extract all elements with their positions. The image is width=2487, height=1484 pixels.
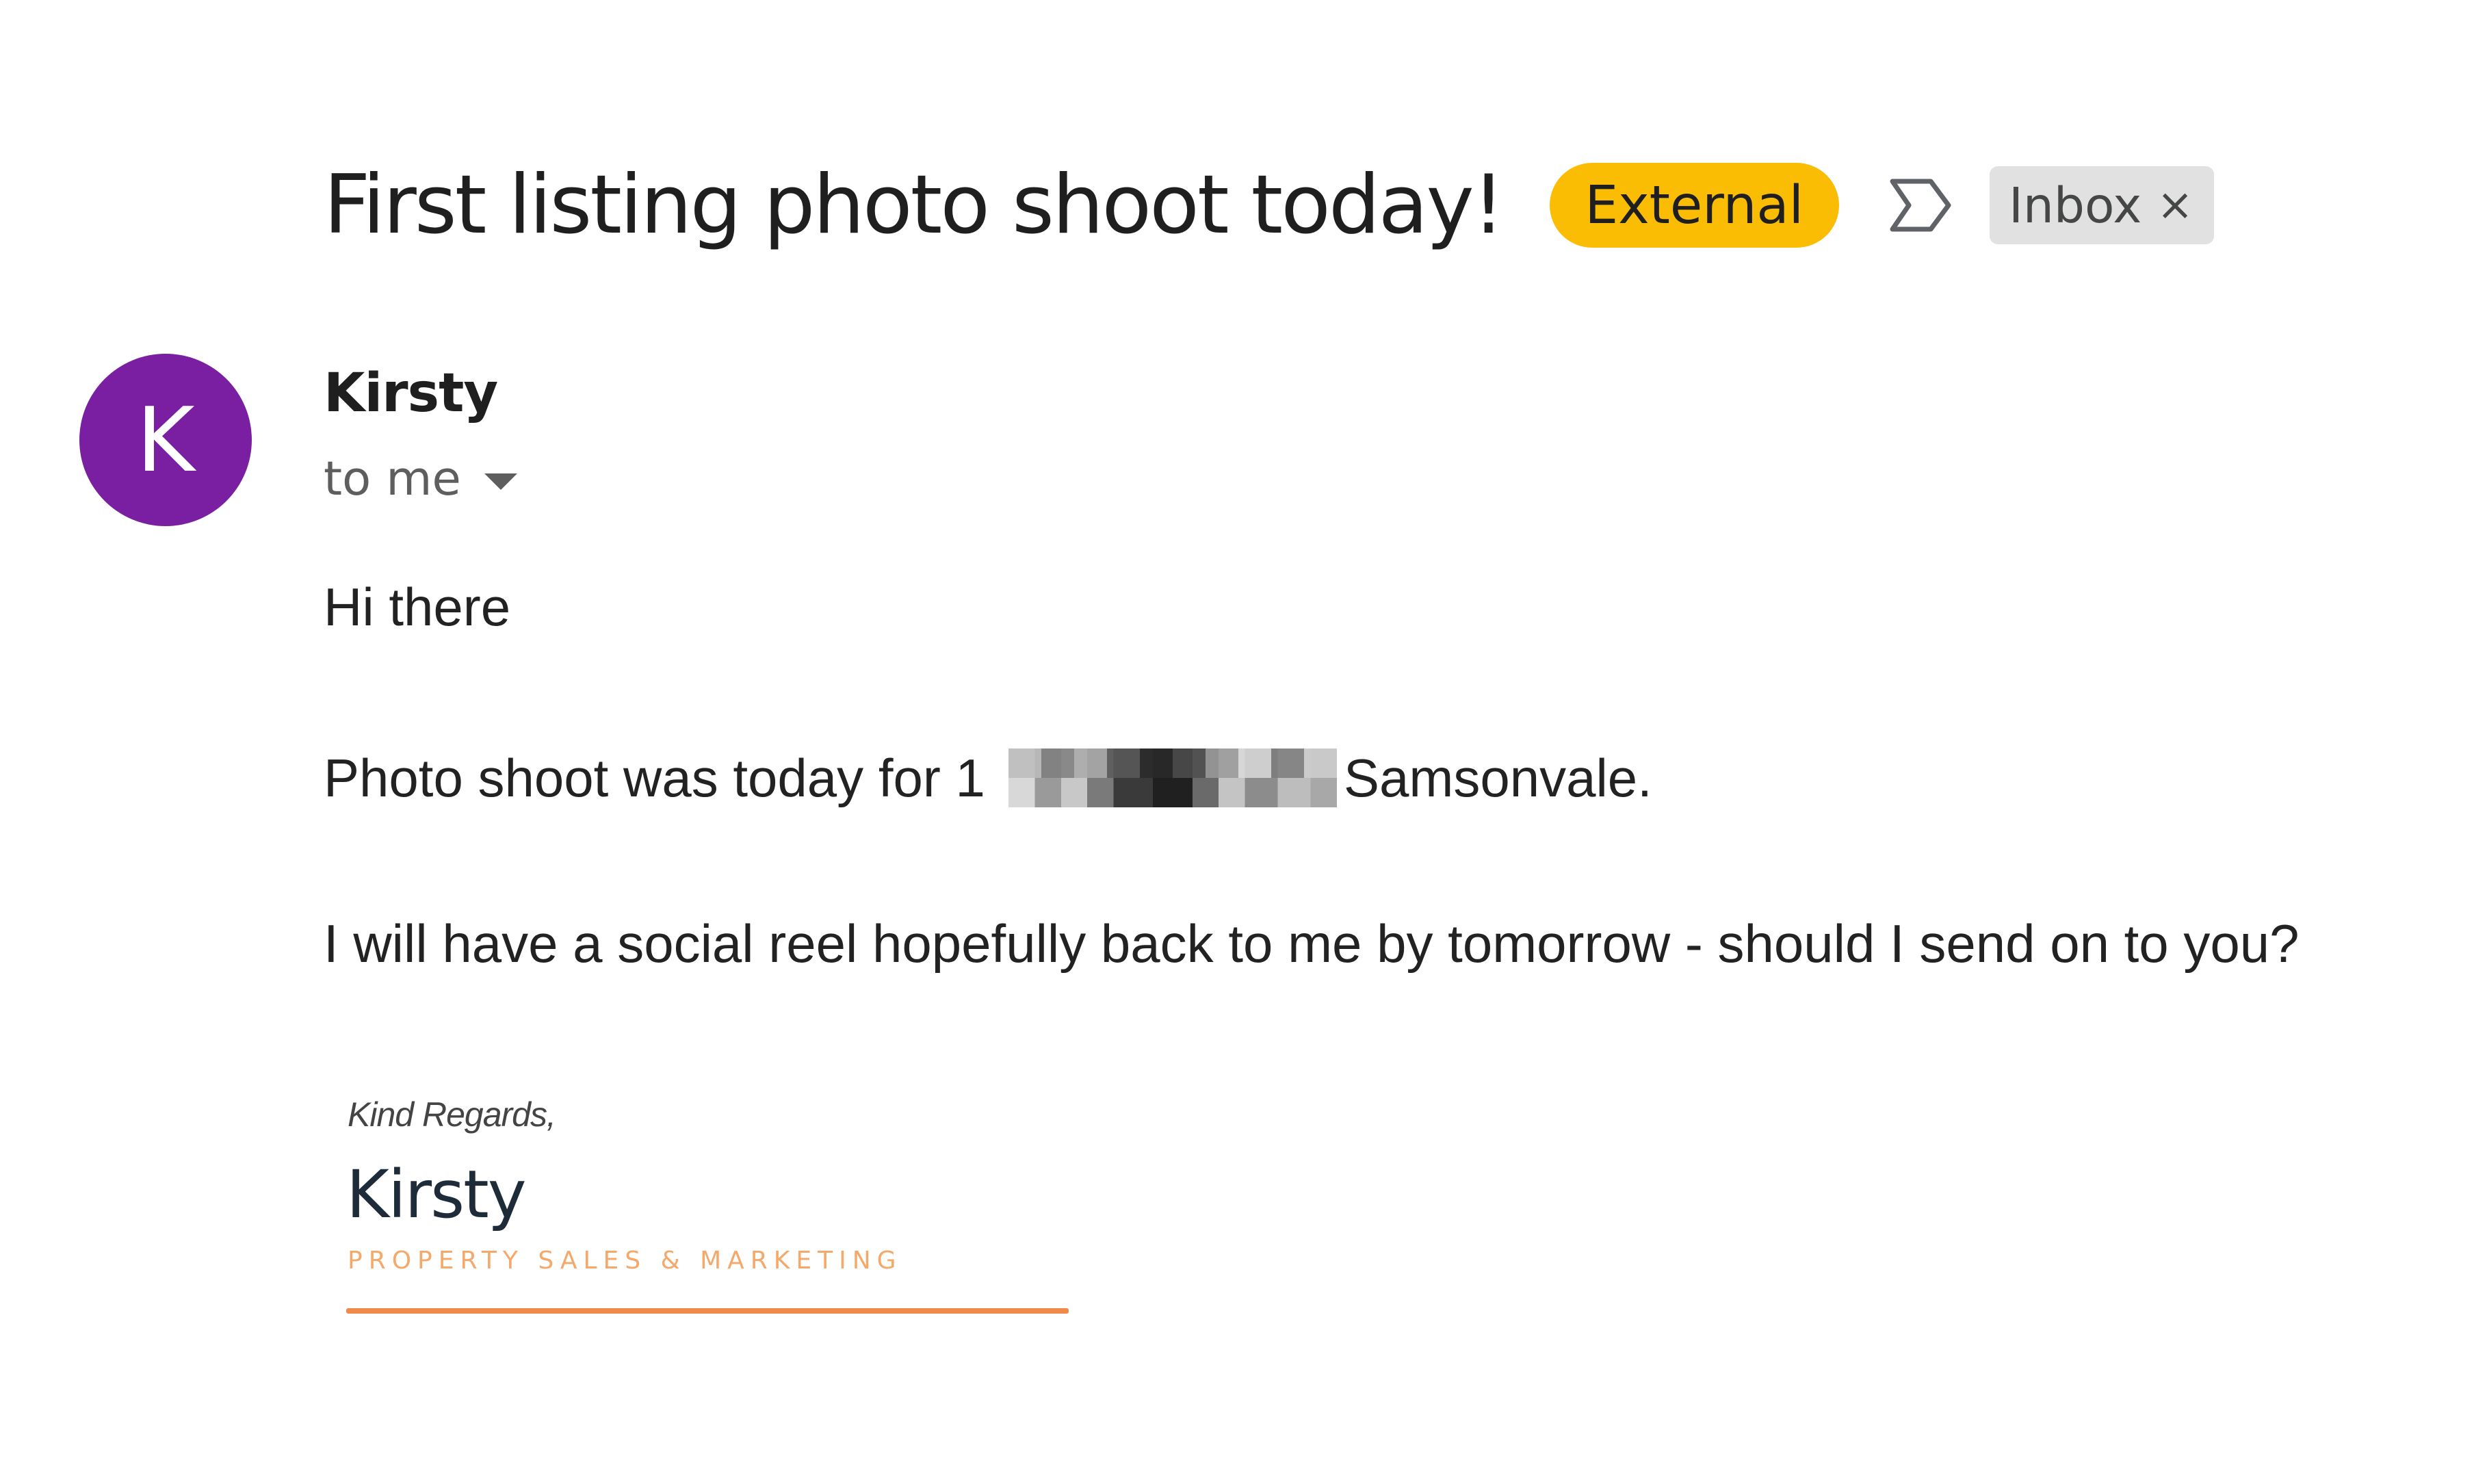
body-line-address-suffix: Samsonvale. (1343, 748, 1652, 808)
body-line-reel: I will have a social reel hopefully back… (324, 913, 2300, 974)
arrow-drop-down-icon[interactable] (484, 473, 517, 490)
inbox-label-text: Inbox (2008, 177, 2142, 234)
signature-divider (346, 1308, 1069, 1314)
recipient-details-toggle[interactable]: to me (324, 452, 517, 506)
sender-name[interactable]: Kirsty (324, 363, 498, 424)
redacted-text-block (1008, 748, 1337, 807)
close-icon[interactable]: × (2157, 180, 2193, 231)
body-greeting: Hi there (324, 577, 511, 637)
inbox-label-chip: Inbox × (1989, 166, 2214, 244)
email-subject: First listing photo shoot today! (324, 157, 1505, 252)
signature-tagline: PROPERTY SALES & MARKETING (348, 1247, 902, 1275)
signature-name: Kirsty (346, 1156, 527, 1233)
redacted-pixelation (1008, 748, 1337, 778)
body-line-address: Photo shoot was today for 1 Samsonvale. (324, 748, 1652, 807)
email-signature: Kind Regards, Kirsty PROPERTY SALES & MA… (346, 1088, 1071, 1320)
avatar[interactable]: K (79, 354, 252, 526)
recipient-text: to me (324, 452, 461, 506)
label-outline-icon-svg (1890, 179, 1951, 232)
body-line-address-prefix: Photo shoot was today for 1 (324, 748, 985, 808)
external-label-chip: External (1549, 163, 1839, 248)
label-outline-icon[interactable] (1888, 177, 1954, 233)
subject-row: First listing photo shoot today! Externa… (324, 151, 2214, 260)
signature-closing: Kind Regards, (348, 1095, 556, 1134)
